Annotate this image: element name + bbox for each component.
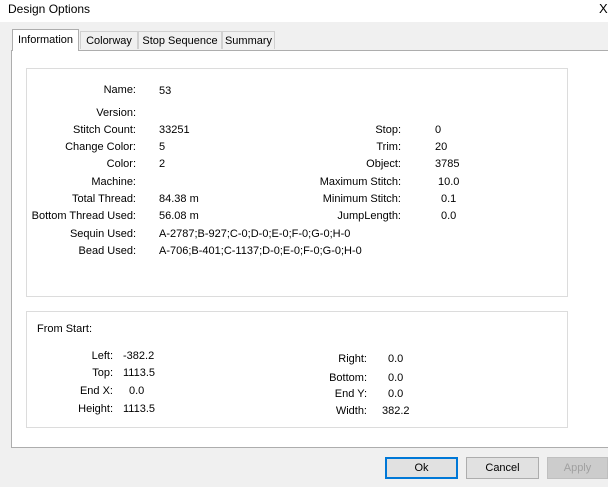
color-value: 2 [159, 158, 166, 170]
stitch-count-value: 33251 [159, 124, 190, 136]
ok-button[interactable]: Ok [385, 457, 458, 479]
machine-label: Machine: [91, 176, 136, 188]
bottom-label: Bottom: [329, 372, 367, 384]
tab-stop-sequence[interactable]: Stop Sequence [138, 31, 222, 49]
object-value: 3785 [435, 158, 460, 170]
name-label: Name: [103, 84, 136, 96]
window-title: Design Options [8, 2, 91, 16]
trim-value: 20 [435, 141, 448, 153]
title-bar [0, 0, 608, 22]
top-value: 1113.5 [123, 367, 156, 379]
left-label: Left: [91, 350, 113, 362]
bottom-thread-value: 56.08 m [159, 210, 199, 222]
cancel-button[interactable]: Cancel [466, 457, 539, 479]
bead-used-value: A-706;B-401;C-1137;D-0;E-0;F-0;G-0;H-0 [159, 245, 362, 257]
total-thread-value: 84.38 m [159, 193, 199, 205]
endy-value: 0.0 [388, 388, 404, 400]
top-label: Top: [92, 367, 113, 379]
tab-information[interactable]: Information [12, 29, 79, 51]
sequin-used-value: A-2787;B-927;C-0;D-0;E-0;F-0;G-0;H-0 [159, 228, 351, 240]
jump-length-value: 0.0 [441, 210, 457, 222]
right-value: 0.0 [388, 353, 404, 365]
endy-label: End Y: [334, 388, 367, 400]
height-value: 1113.5 [123, 403, 156, 415]
total-thread-label: Total Thread: [71, 193, 136, 205]
bead-used-label: Bead Used: [78, 245, 136, 257]
min-stitch-label: Minimum Stitch: [322, 193, 401, 205]
endx-label: End X: [79, 385, 113, 397]
bottom-value: 0.0 [388, 372, 404, 384]
left-value: -382.2 [123, 350, 155, 362]
endx-value: 0.0 [129, 385, 145, 397]
right-label: Right: [338, 353, 367, 365]
apply-button[interactable]: Apply [547, 457, 608, 479]
max-stitch-value: 10.0 [438, 176, 460, 188]
min-stitch-value: 0.1 [441, 193, 457, 205]
object-label: Object: [366, 158, 401, 170]
bottom-thread-label: Bottom Thread Used: [31, 210, 136, 222]
stop-value: 0 [435, 124, 442, 136]
trim-label: Trim: [376, 141, 401, 153]
sequin-used-label: Sequin Used: [69, 228, 136, 240]
jump-length-label: JumpLength: [337, 210, 401, 222]
version-label: Version: [96, 107, 136, 119]
close-icon[interactable]: X [599, 1, 608, 16]
height-label: Height: [78, 403, 113, 415]
width-value: 382.2 [382, 405, 410, 417]
tab-summary[interactable]: Summary [222, 31, 275, 49]
name-value: 53 [159, 85, 172, 97]
max-stitch-label: Maximum Stitch: [319, 176, 401, 188]
color-label: Color: [106, 158, 136, 170]
from-start-header: From Start: [37, 323, 93, 335]
change-color-value: 5 [159, 141, 166, 153]
stitch-count-label: Stitch Count: [73, 124, 136, 136]
width-label: Width: [335, 405, 367, 417]
change-color-label: Change Color: [65, 141, 136, 153]
tab-colorway[interactable]: Colorway [80, 31, 138, 49]
stop-label: Stop: [375, 124, 401, 136]
